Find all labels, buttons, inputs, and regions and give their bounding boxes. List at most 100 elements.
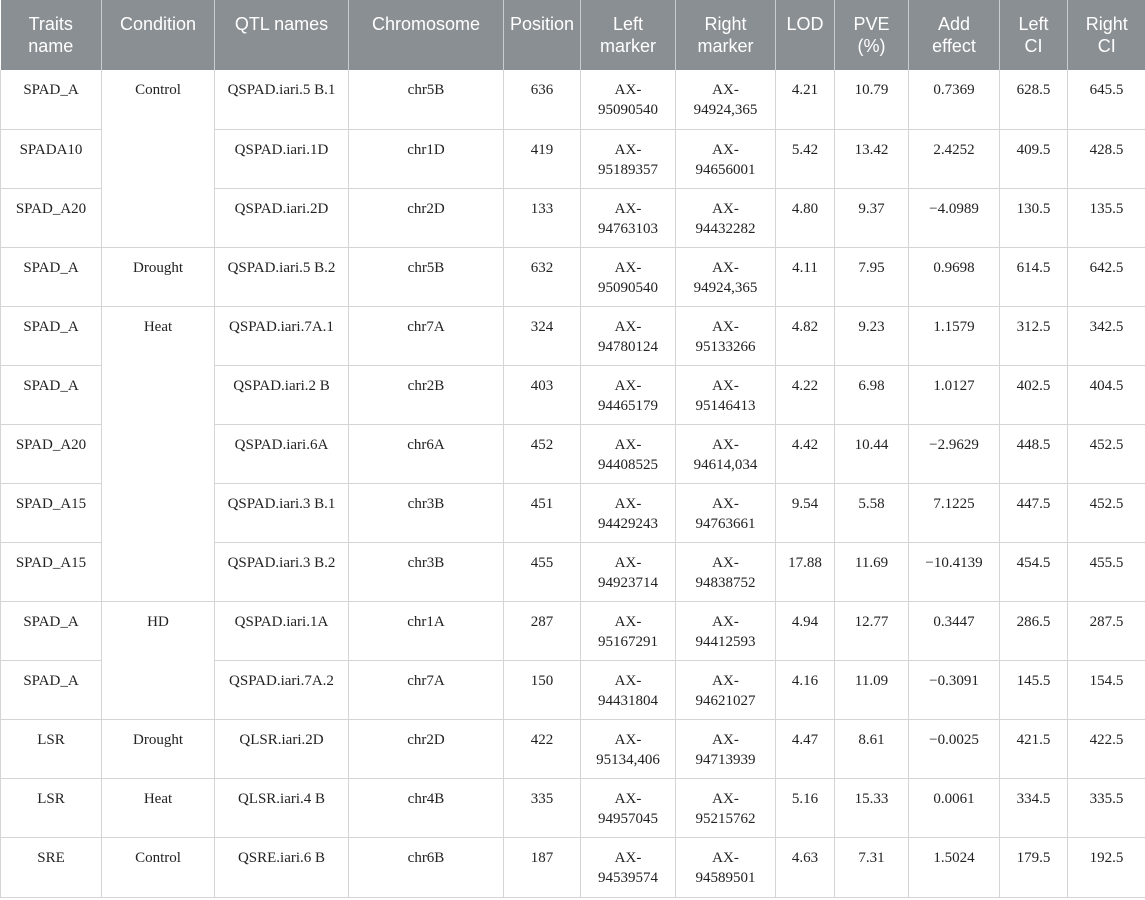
cell-condition: HD [101,601,215,720]
cell-left-marker-line: AX- [614,82,642,98]
header-right-marker: Right marker [675,0,776,70]
cell-right-marker-line: 94924,365 [693,279,758,296]
cell-left-marker-line: 94957045 [598,810,658,827]
cell-right-marker-line: 94656001 [695,161,756,178]
cell-right-marker: AX- 94763661 [675,483,776,543]
cell-left-ci: 130.5 [999,188,1068,248]
cell-add-effect: −0.3091 [908,660,1000,720]
cell-right-ci: 428.5 [1067,129,1145,189]
cell-right-marker-line: AX- [712,259,739,276]
table-body: SPAD_A Control QSPAD.iari.5 B.1 chr5B 636 AX-… [0,70,1145,898]
cell-left-ci: 334.5 [999,778,1068,838]
cell-qtl-name: QLSR.iari.4 B [214,778,349,838]
cell-chromosome: chr3B [348,542,504,602]
cell-pve: 11.09 [834,660,909,720]
cell-lod: 4.80 [775,188,835,248]
cell-left-ci: 145.5 [999,660,1068,720]
cell-right-ci: 642.5 [1067,247,1145,307]
cell-pve: 6.98 [834,365,909,425]
cell-left-marker-line: AX- [614,613,642,630]
cell-pve: 15.33 [834,778,909,838]
cell-add-effect: −4.0989 [908,188,1000,248]
cell-left-marker: AX- 94465179 [580,365,676,425]
cell-right-ci: 342.5 [1067,306,1145,366]
cell-chromosome: chr7A [348,660,504,720]
cell-chromosome: chr4B [348,778,504,838]
header-label: Traits [28,14,73,34]
cell-qtl-name: QSPAD.iari.6A [214,424,349,484]
cell-right-ci: 135.5 [1067,188,1145,248]
cell-left-marker-line: 95189357 [598,161,658,178]
cell-right-ci: 455.5 [1067,542,1145,602]
table-row: SPAD_A Heat QSPAD.iari.7A.1 chr7A 324 AX- 9478… [0,306,1145,602]
cell-condition: Drought [101,247,215,307]
header-label: name [28,36,74,56]
cell-left-ci: 409.5 [999,129,1068,189]
cell-add-effect: 1.0127 [908,365,1000,425]
cell-qtl-name: QSPAD.iari.3 B.2 [214,542,349,602]
header-label: marker [599,36,656,56]
cell-right-marker: AX- 94713939 [675,719,776,779]
header-traits-name: Traits name [0,0,102,70]
cell-trait: SPAD_A [0,306,102,366]
cell-trait: SPAD_A [0,247,102,307]
header-left-ci: Left CI [999,0,1068,70]
cell-left-marker-line: AX- [614,377,642,394]
cell-right-ci: 452.5 [1067,424,1145,484]
cell-trait: SPADA10 [0,129,102,189]
header-pve: PVE (%) [834,0,909,70]
cell-left-ci: 447.5 [999,483,1068,543]
cell-right-ci: 287.5 [1067,601,1145,661]
table-row: SRE Control QSRE.iari.6 Bchr6B 187 AX- 945395… [0,837,1145,898]
header-label: PVE [853,14,890,34]
cell-add-effect: 0.3447 [908,601,1000,661]
cell-position: 187 [503,837,581,898]
header-label: Right [704,14,747,34]
cell-right-ci: 335.5 [1067,778,1145,838]
cell-right-marker: AX- 95133266 [675,306,776,366]
cell-qtl-name: QSPAD.iari.1A [214,601,349,661]
header-label: Right [1085,14,1128,34]
cell-left-marker: AX- 94923714 [580,542,676,602]
header-label: CI [1097,36,1116,56]
cell-left-marker-line: 95090540 [598,279,658,296]
header-label: Left [612,14,644,34]
cell-right-marker: AX- 94838752 [675,542,776,602]
header-label: Left [1018,14,1049,34]
cell-lod: 4.42 [775,424,835,484]
cell-right-marker-line: 94621027 [695,692,756,709]
cell-right-marker-line: AX- [712,318,739,335]
cell-pve: 5.58 [834,483,909,543]
cell-left-ci: 454.5 [999,542,1068,602]
cell-right-marker-line: 94838752 [695,574,756,591]
table-row: SPAD_A Drought QSPAD.iari.5 B.2 chr5B 632 AX-… [0,247,1145,307]
cell-left-ci: 614.5 [999,247,1068,307]
cell-add-effect: −2.9629 [908,424,1000,484]
cell-position: 133 [503,188,581,248]
cell-right-ci: 422.5 [1067,719,1145,779]
header-chromosome: Chromosome [348,0,504,70]
cell-pve: 11.69 [834,542,909,602]
header-qtl-names: QTL names [214,0,349,70]
cell-right-marker-line: 94924,365 [693,102,758,118]
cell-position: 451 [503,483,581,543]
cell-chromosome: chr2B [348,365,504,425]
cell-left-marker-line: AX- [614,200,642,217]
cell-right-marker-line: AX- [712,200,739,217]
qtl-table: Traits name Condition QTL names Chromosom… [0,0,1145,898]
cell-left-marker: AX- 94539574 [580,837,676,898]
cell-add-effect: 0.0061 [908,778,1000,838]
cell-qtl-name: QSRE.iari.6 B [214,837,349,898]
cell-left-marker-line: 94780124 [598,338,658,355]
cell-right-marker: AX- 94589501 [675,837,776,898]
header-label: CI [1024,36,1043,56]
cell-left-ci: 286.5 [999,601,1068,661]
cell-left-marker-line: AX- [614,554,642,571]
cell-qtl-name: QSPAD.iari.5 B.1 [214,70,349,130]
cell-position: 419 [503,129,581,189]
cell-position: 150 [503,660,581,720]
cell-trait: SPAD_A15 [0,542,102,602]
header-label: Condition [119,14,197,34]
cell-qtl-name: QLSR.iari.2D [214,719,349,779]
header-label: Position [509,14,575,34]
